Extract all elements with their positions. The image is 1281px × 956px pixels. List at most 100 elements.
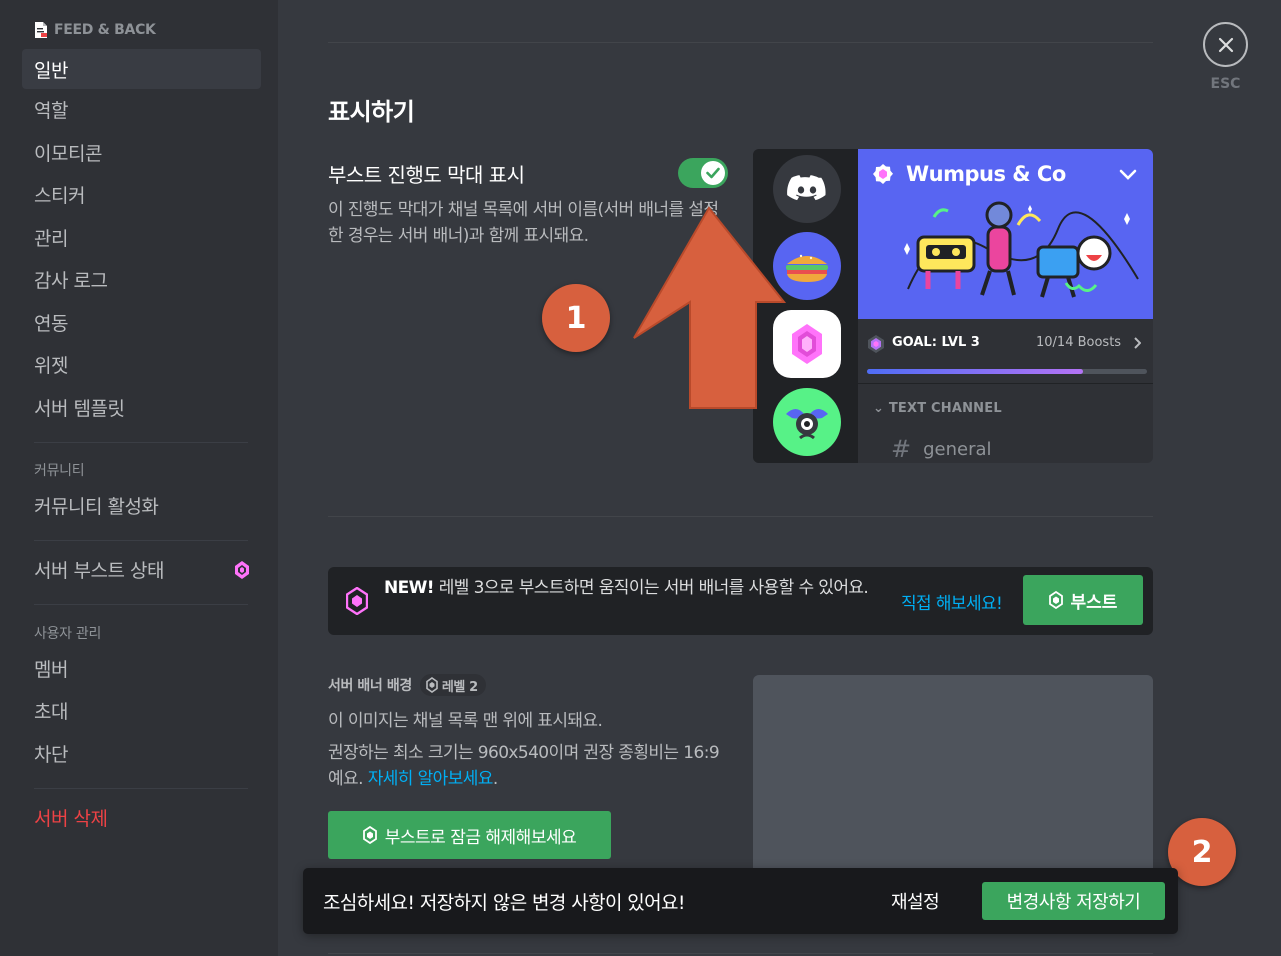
annotation-arrow xyxy=(633,206,787,409)
section-title: 표시하기 xyxy=(328,98,415,126)
notice-body: 레벨 3으로 부스트하면 움직이는 서버 배너를 사용할 수 있어요. xyxy=(433,578,869,598)
banner-desc-1: 이 이미지는 채널 목록 맨 위에 표시돼요. xyxy=(328,711,603,731)
reset-button[interactable]: 재설정 xyxy=(891,888,940,914)
sidebar-divider xyxy=(34,442,248,443)
sidebar-item-widget[interactable]: 위젯 xyxy=(22,344,261,384)
learn-more-link[interactable]: 자세히 알아보세요 xyxy=(368,769,494,789)
wumpus-illustration xyxy=(904,201,1139,298)
boost-goal-row: GOAL: LVL 3 10/14 Boosts xyxy=(858,329,1153,359)
boost-button-label: 부스트 xyxy=(1070,592,1118,613)
sidebar-item-server-template[interactable]: 서버 템플릿 xyxy=(22,387,261,427)
sidebar-item-label: 일반 xyxy=(34,59,68,82)
boost-button[interactable]: 부스트 xyxy=(1023,575,1143,625)
server-name-header: FEED & BACK xyxy=(34,22,156,38)
sidebar-item-label: 관리 xyxy=(34,227,68,250)
boost-gem-icon xyxy=(868,335,884,353)
sidebar-item-label: 이모티콘 xyxy=(34,142,102,165)
sidebar-item-label: 커뮤니티 활성화 xyxy=(34,495,159,518)
sidebar-item-boost-status[interactable]: 서버 부스트 상태 xyxy=(22,549,261,589)
channel-category: ⌄ TEXT CHANNEL xyxy=(873,401,1002,416)
boost-badge-icon xyxy=(873,164,893,184)
boost-gem-icon xyxy=(362,826,377,844)
section-community: 커뮤니티 xyxy=(34,463,85,479)
sidebar-item-label: 서버 템플릿 xyxy=(34,397,125,420)
unsaved-changes-bar: 조심하세요! 저장하지 않은 변경 사항이 있어요! 재설정 변경사항 저장하기 xyxy=(303,868,1178,934)
boost-gem-icon xyxy=(235,561,249,579)
sidebar-item-emoji[interactable]: 이모티콘 xyxy=(22,132,261,172)
sidebar-item-label: 연동 xyxy=(34,312,68,335)
section-divider xyxy=(328,516,1153,517)
channel-item: # general xyxy=(891,435,992,463)
banner-desc-2: 권장하는 최소 크기는 960x540이며 권장 종횡비는 16:9예요. 자세… xyxy=(328,740,728,792)
level-badge: 레벨 2 xyxy=(419,674,486,696)
boost-progress-preview: Wumpus & Co GOAL: LVL 3 10/14 Boosts ⌄ T… xyxy=(753,149,1153,463)
try-it-link[interactable]: 직접 해보세요! xyxy=(901,589,1003,614)
sidebar-item-label: 역할 xyxy=(34,99,68,122)
banner-image-preview xyxy=(753,675,1153,900)
sidebar-item-label: 초대 xyxy=(34,700,68,723)
channel-name: general xyxy=(923,438,992,460)
sidebar-item-roles[interactable]: 역할 xyxy=(22,89,261,129)
sidebar-item-general[interactable]: 일반 xyxy=(22,49,261,89)
save-changes-button[interactable]: 변경사항 저장하기 xyxy=(982,882,1165,920)
unsaved-warning: 조심하세요! 저장하지 않은 변경 사항이 있어요! xyxy=(323,892,686,914)
sidebar-item-label: 멤버 xyxy=(34,658,68,681)
sidebar-item-label: 스티커 xyxy=(34,184,85,207)
sidebar-item-audit-log[interactable]: 감사 로그 xyxy=(22,259,261,299)
banner-background-title: 서버 배너 배경 레벨 2 xyxy=(328,674,486,696)
sidebar-divider xyxy=(34,788,248,789)
option-title: 부스트 진행도 막대 표시 xyxy=(328,163,525,187)
chevron-right-icon xyxy=(1134,337,1141,349)
boost-progress-fill xyxy=(867,369,1083,374)
unlock-button-label: 부스트로 잠금 해제해보세요 xyxy=(384,827,577,848)
period: . xyxy=(492,769,498,789)
sidebar-item-delete-server[interactable]: 서버 삭제 xyxy=(22,797,261,837)
section-user-management: 사용자 관리 xyxy=(34,626,102,642)
sidebar-item-moderation[interactable]: 관리 xyxy=(22,217,261,257)
close-icon xyxy=(1218,37,1233,52)
sidebar-item-label: 위젯 xyxy=(34,354,68,377)
sidebar-item-enable-community[interactable]: 커뮤니티 활성화 xyxy=(22,485,261,525)
category-name: TEXT CHANNEL xyxy=(888,401,1002,416)
sidebar-item-label: 서버 삭제 xyxy=(34,807,108,830)
settings-sidebar: FEED & BACK 일반 역할 이모티콘 스티커 관리 감사 로그 연동 위… xyxy=(0,0,278,956)
document-icon xyxy=(35,22,47,38)
sidebar-item-label: 감사 로그 xyxy=(34,269,108,292)
server-banner: Wumpus & Co xyxy=(858,149,1153,319)
channel-divider xyxy=(858,383,1153,384)
section-divider xyxy=(328,953,1153,954)
hash-icon: # xyxy=(891,435,912,463)
esc-label: ESC xyxy=(1210,76,1241,92)
banner-title-text: 서버 배너 배경 xyxy=(328,678,412,694)
preview-server-name: Wumpus & Co xyxy=(906,162,1066,186)
annotation-marker-2: 2 xyxy=(1168,818,1236,886)
chevron-down-icon xyxy=(1119,169,1137,180)
sidebar-divider xyxy=(34,604,248,605)
annotation-marker-1: 1 xyxy=(542,284,610,352)
sidebar-item-bans[interactable]: 차단 xyxy=(22,733,261,773)
sidebar-item-invites[interactable]: 초대 xyxy=(22,690,261,730)
sidebar-item-stickers[interactable]: 스티커 xyxy=(22,174,261,214)
toggle-knob xyxy=(701,161,725,185)
sidebar-item-label: 차단 xyxy=(34,743,68,766)
boost-upsell-notice: NEW! 레벨 3으로 부스트하면 움직이는 서버 배너를 사용할 수 있어요.… xyxy=(328,567,1153,635)
boost-gem-icon xyxy=(426,677,438,693)
boost-goal-label: GOAL: LVL 3 xyxy=(892,335,980,350)
sidebar-item-members[interactable]: 멤버 xyxy=(22,648,261,688)
boost-progress-toggle[interactable] xyxy=(678,158,728,188)
section-divider xyxy=(328,42,1153,43)
boost-count: 10/14 Boosts xyxy=(1036,335,1122,350)
check-icon xyxy=(706,167,720,179)
level-badge-text: 레벨 2 xyxy=(441,679,478,695)
new-label: NEW! xyxy=(384,578,435,598)
boost-gem-icon xyxy=(1048,591,1063,609)
boost-gem-icon xyxy=(346,587,368,615)
close-button[interactable] xyxy=(1203,22,1248,67)
sidebar-divider xyxy=(34,540,248,541)
notice-text: NEW! 레벨 3으로 부스트하면 움직이는 서버 배너를 사용할 수 있어요. xyxy=(384,577,896,599)
sidebar-item-integrations[interactable]: 연동 xyxy=(22,302,261,342)
boost-progress-bar xyxy=(867,369,1147,374)
server-name: FEED & BACK xyxy=(54,22,156,38)
unlock-with-boost-button[interactable]: 부스트로 잠금 해제해보세요 xyxy=(328,811,611,859)
sidebar-item-label: 서버 부스트 상태 xyxy=(34,559,164,582)
